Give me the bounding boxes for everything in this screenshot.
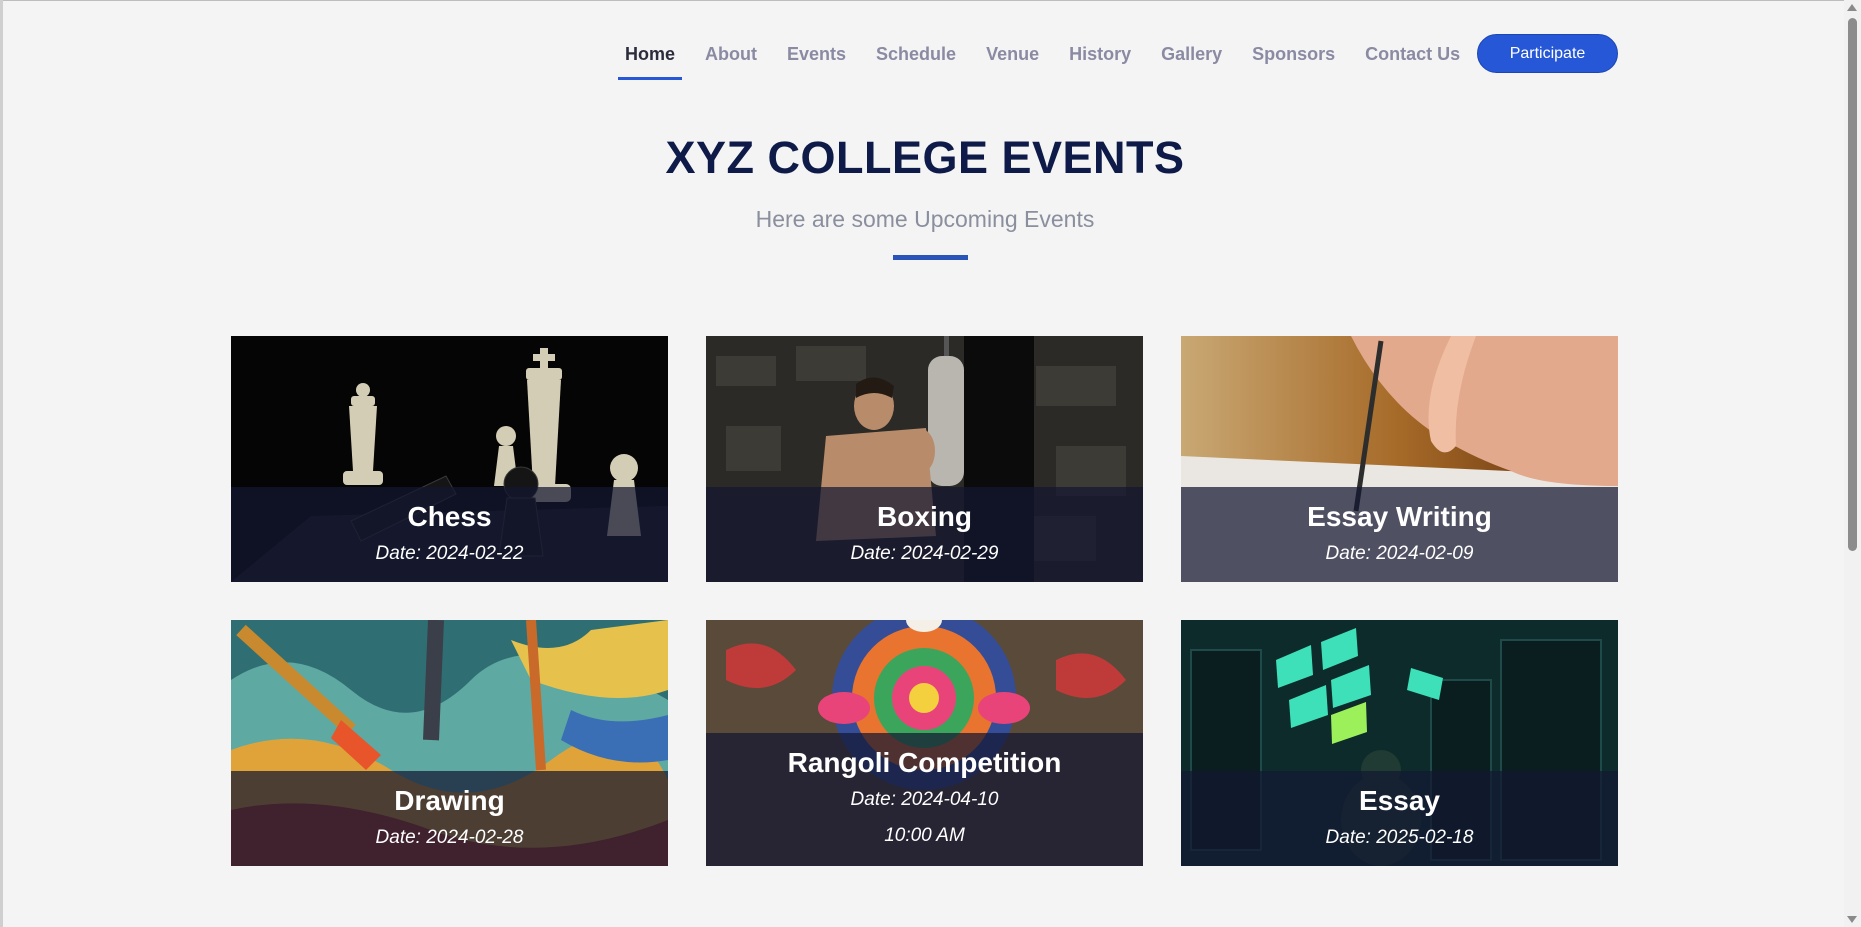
scroll-down-arrow-icon[interactable]: [1847, 916, 1857, 923]
event-title: Drawing: [394, 785, 505, 816]
scrollbar-thumb[interactable]: [1848, 18, 1857, 551]
nav-item-contact-us[interactable]: Contact Us: [1355, 34, 1470, 80]
event-card-essay-writing[interactable]: Essay Writing Date: 2024-02-09: [1181, 336, 1618, 582]
event-card-drawing[interactable]: Drawing Date: 2024-02-28: [231, 620, 668, 866]
event-time: 10:00 AM: [884, 825, 965, 846]
nav-item-history[interactable]: History: [1059, 34, 1141, 80]
event-title: Essay: [1359, 785, 1440, 816]
nav-item-venue[interactable]: Venue: [976, 34, 1049, 80]
event-date: Date: 2024-02-22: [375, 543, 524, 564]
event-caption: Rangoli Competition Date: 2024-04-10 10:…: [706, 733, 1143, 866]
title-underline: [893, 255, 968, 260]
event-date: Date: 2024-02-28: [375, 827, 524, 848]
nav-item-events[interactable]: Events: [777, 34, 856, 80]
main-nav: Home About Events Schedule Venue History…: [615, 34, 1480, 80]
event-card-rangoli-competition[interactable]: Rangoli Competition Date: 2024-04-10 10:…: [706, 620, 1143, 866]
nav-item-schedule[interactable]: Schedule: [866, 34, 966, 80]
page-subtitle: Here are some Upcoming Events: [755, 206, 1095, 232]
event-card-essay[interactable]: Essay Date: 2025-02-18: [1181, 620, 1618, 866]
event-title: Chess: [407, 501, 492, 532]
event-date: Date: 2024-02-09: [1325, 543, 1474, 564]
nav-item-about[interactable]: About: [695, 34, 767, 80]
event-caption: Essay Date: 2025-02-18: [1181, 771, 1618, 866]
event-caption: Boxing Date: 2024-02-29: [706, 487, 1143, 582]
event-date: Date: 2024-02-29: [850, 543, 999, 564]
event-title: Essay Writing: [1307, 501, 1492, 532]
event-date: Date: 2025-02-18: [1325, 827, 1474, 848]
event-title: Rangoli Competition: [787, 747, 1062, 778]
page-scrollbar[interactable]: [1844, 0, 1861, 927]
event-caption: Drawing Date: 2024-02-28: [231, 771, 668, 866]
nav-item-gallery[interactable]: Gallery: [1151, 34, 1232, 80]
event-card-chess[interactable]: Chess Date: 2024-02-22: [231, 336, 668, 582]
participate-button[interactable]: Participate: [1477, 34, 1618, 73]
page-title: XYZ COLLEGE EVENTS: [665, 132, 1185, 183]
event-caption: Chess Date: 2024-02-22: [231, 487, 668, 582]
event-date: Date: 2024-04-10: [850, 789, 999, 810]
event-title: Boxing: [877, 501, 972, 532]
event-caption: Essay Writing Date: 2024-02-09: [1181, 487, 1618, 582]
nav-item-sponsors[interactable]: Sponsors: [1242, 34, 1345, 80]
event-card-boxing[interactable]: Boxing Date: 2024-02-29: [706, 336, 1143, 582]
window-top-border: [0, 0, 1861, 1]
scroll-up-arrow-icon[interactable]: [1847, 4, 1857, 11]
nav-item-home[interactable]: Home: [615, 34, 685, 80]
